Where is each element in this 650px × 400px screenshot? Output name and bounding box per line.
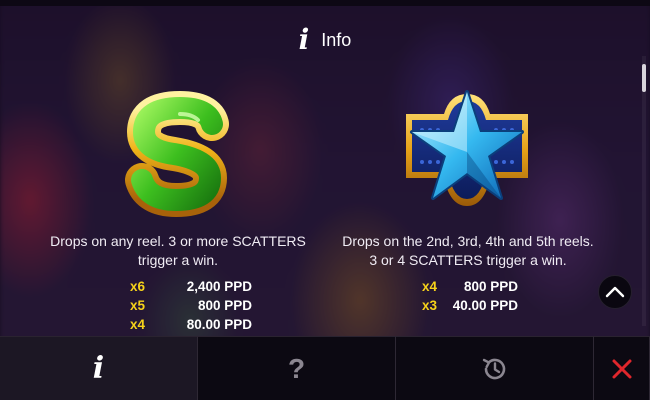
pay-row: x4 800 PPD — [422, 277, 518, 296]
paytable: x4 800 PPD x3 40.00 PPD — [422, 277, 518, 315]
pay-row: x3 40.00 PPD — [422, 296, 518, 315]
payout-amount: 2,400 PPD — [186, 279, 252, 294]
payout-amount: 40.00 PPD — [452, 298, 518, 313]
multiplier: x5 — [130, 298, 146, 313]
bottom-nav: i ? — [0, 336, 650, 400]
top-edge-bar — [0, 0, 650, 6]
scrollbar-thumb[interactable] — [642, 64, 646, 92]
info-icon: i — [92, 351, 105, 386]
help-tab[interactable]: ? — [198, 336, 396, 400]
dollar-sign-icon — [108, 79, 248, 229]
history-tab[interactable] — [396, 336, 594, 400]
close-icon — [612, 359, 631, 378]
pay-row: x6 2,400 PPD — [130, 277, 252, 296]
info-icon: i — [298, 23, 310, 56]
multiplier: x3 — [422, 298, 438, 313]
question-icon: ? — [287, 352, 306, 384]
chevron-up-icon — [605, 286, 625, 298]
info-tab[interactable]: i — [0, 336, 198, 400]
payout-amount: 800 PPD — [463, 279, 518, 294]
multiplier: x4 — [422, 279, 438, 294]
multiplier: x4 — [130, 317, 146, 332]
scrollbar-track[interactable] — [642, 56, 646, 326]
paytable: x6 2,400 PPD x5 800 PPD x4 80.00 PPD — [130, 277, 252, 334]
blue-star-icon — [400, 88, 534, 212]
scroll-up-button[interactable] — [598, 275, 632, 309]
pay-row: x4 80.00 PPD — [130, 315, 252, 334]
multiplier: x6 — [130, 279, 146, 294]
info-header: i Info — [0, 24, 650, 56]
payout-amount: 80.00 PPD — [186, 317, 252, 332]
history-icon — [482, 358, 505, 379]
close-button[interactable] — [594, 336, 650, 400]
page-title: Info — [321, 29, 352, 50]
pay-row: x5 800 PPD — [130, 296, 252, 315]
payout-amount: 800 PPD — [197, 298, 252, 313]
symbol-description: Drops on the 2nd, 3rd, 4th and 5th reels… — [342, 233, 594, 268]
symbol-description: Drops on any reel. 3 or more SCATTERS tr… — [50, 233, 306, 268]
